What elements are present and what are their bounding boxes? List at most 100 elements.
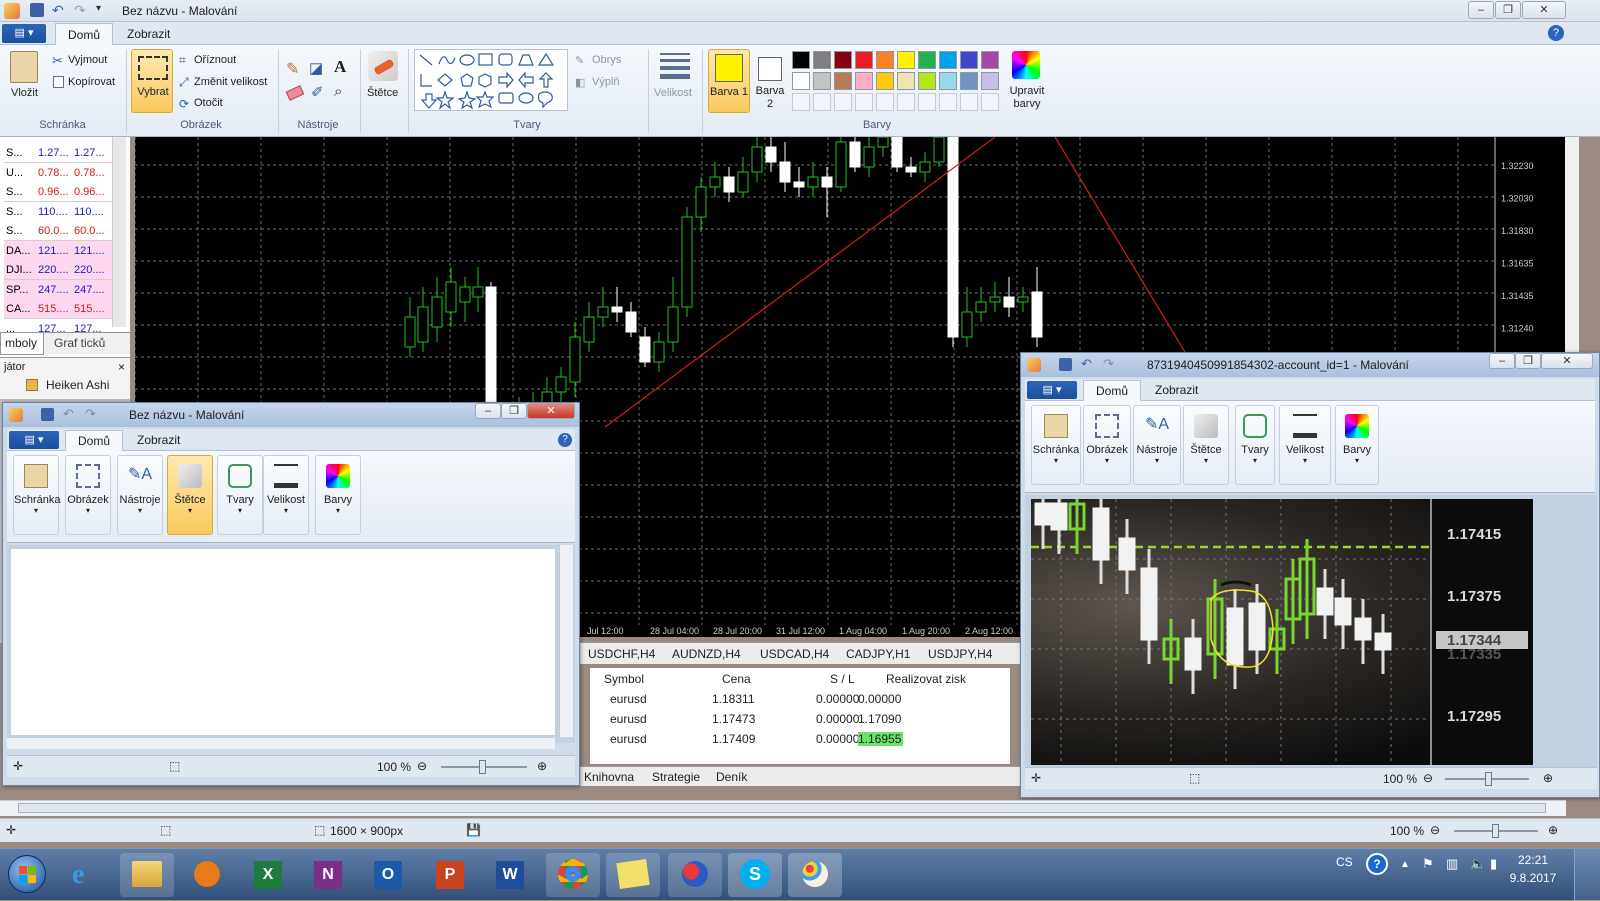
left-window-minimize[interactable]: – (475, 403, 501, 419)
palette-swatch[interactable] (981, 51, 999, 69)
tab-strategies[interactable]: Strategie (652, 770, 700, 784)
left-zoom-thumb[interactable] (479, 760, 486, 774)
brushes-button[interactable]: Štětce (367, 87, 398, 99)
metatrader-icon[interactable] (668, 853, 722, 897)
outlook-icon[interactable]: O (362, 853, 416, 897)
market-watch-row[interactable]: S... 0.96... 0.96... (4, 182, 126, 202)
left-shapes-button[interactable]: Tvary ▾ (217, 455, 263, 535)
palette-swatch[interactable] (792, 51, 810, 69)
navigator-item-heiken-ashi[interactable]: Heiken Ashi (46, 378, 109, 392)
minimize-button[interactable]: – (1468, 1, 1494, 19)
left-image-button[interactable]: Obrázek ▾ (65, 455, 111, 535)
color-picker-icon[interactable]: ✐ (311, 83, 324, 101)
right-window-maximize[interactable]: ❐ (1515, 353, 1541, 369)
palette-swatch[interactable] (960, 72, 978, 90)
market-watch-row[interactable]: DA... 121.... 121.... (4, 240, 126, 261)
right-shapes-button[interactable]: Tvary ▾ (1235, 405, 1275, 485)
zoom-out-icon[interactable]: ⊖ (1423, 771, 1433, 785)
clock-date[interactable]: 9.8.2017 (1500, 871, 1566, 885)
right-tools-button[interactable]: ✎A Nástroje ▾ (1133, 405, 1181, 485)
left-brushes-button[interactable]: Štětce ▾ (167, 455, 213, 535)
edit-colors-icon[interactable] (1012, 51, 1040, 79)
file-explorer-icon[interactable] (120, 853, 174, 897)
copy-button[interactable]: Kopírovat (68, 76, 115, 88)
custom-color-slot[interactable] (918, 93, 936, 111)
palette-swatch[interactable] (918, 72, 936, 90)
volume-icon[interactable]: 🔈 (1470, 856, 1486, 872)
left-colors-button[interactable]: Barvy ▾ (315, 455, 361, 535)
left-window-close[interactable]: ✕ (527, 403, 575, 419)
left-tools-button[interactable]: ✎A Nástroje ▾ (117, 455, 163, 535)
navigator-close-icon[interactable]: × (118, 360, 125, 374)
zoom-in-icon[interactable]: ⊕ (537, 759, 547, 773)
palette-swatch[interactable] (939, 72, 957, 90)
right-zoom-thumb[interactable] (1485, 772, 1492, 786)
market-watch-row[interactable]: DJI... 220.... 220.... (4, 260, 126, 280)
zoom-in-icon[interactable]: ⊕ (1548, 823, 1558, 837)
left-file-menu[interactable]: ▤ ▾ (9, 431, 59, 449)
tab-symbols[interactable]: mboly (0, 333, 44, 355)
left-help-icon[interactable]: ? (558, 433, 572, 447)
tab-view[interactable]: Zobrazit (115, 23, 182, 45)
save-icon[interactable] (30, 3, 44, 17)
close-button[interactable]: ✕ (1522, 1, 1566, 19)
main-horizontal-scrollbar[interactable] (0, 800, 1566, 816)
palette-swatch[interactable] (939, 51, 957, 69)
magnifier-icon[interactable]: ⌕ (334, 83, 342, 100)
undo-icon[interactable]: ↶ (63, 406, 74, 422)
keyboard-language[interactable]: CS (1336, 855, 1353, 869)
color1-button[interactable]: Barva 1 (708, 49, 750, 113)
market-watch-row[interactable]: U... 0.78... 0.78... (4, 162, 126, 183)
zoom-out-icon[interactable]: ⊖ (1430, 823, 1440, 837)
rotate-button[interactable]: Otočit (194, 97, 223, 109)
right-colors-button[interactable]: Barvy ▾ (1335, 405, 1379, 485)
brush-icon[interactable] (368, 51, 398, 81)
custom-color-slot[interactable] (897, 93, 915, 111)
paste-button-label[interactable]: Vložit (11, 87, 38, 99)
zoom-out-icon[interactable]: ⊖ (417, 759, 427, 773)
powerpoint-icon[interactable]: P (424, 853, 478, 897)
market-watch-row[interactable]: SP... 247.... 247.... (4, 279, 126, 300)
show-desktop-button[interactable] (1574, 849, 1600, 901)
fill-button[interactable]: Výplň (592, 76, 620, 88)
help-icon[interactable]: ? (1548, 25, 1564, 41)
file-menu-button[interactable]: ▤ ▾ (2, 24, 46, 43)
palette-swatch[interactable] (834, 51, 852, 69)
start-button[interactable] (8, 855, 46, 893)
left-window-maximize[interactable]: ❐ (501, 403, 527, 419)
chart-tab-usdchf[interactable]: USDCHF,H4 (588, 647, 655, 661)
custom-color-slot[interactable] (876, 93, 894, 111)
palette-swatch[interactable] (813, 51, 831, 69)
select-button[interactable]: Vybrat (131, 49, 173, 113)
paste-icon[interactable] (10, 51, 38, 83)
undo-icon[interactable]: ↶ (1081, 356, 1092, 372)
size-icon[interactable] (660, 53, 690, 79)
save-icon[interactable] (1059, 358, 1072, 371)
market-watch-row[interactable]: S... 110.... 110.... (4, 201, 126, 222)
left-tab-view[interactable]: Zobrazit (125, 430, 192, 451)
chart-tab-usdjpy[interactable]: USDJPY,H4 (928, 647, 992, 661)
palette-swatch[interactable] (855, 51, 873, 69)
custom-color-slot[interactable] (855, 93, 873, 111)
color2-button[interactable]: Barva 2 (752, 49, 790, 113)
left-size-button[interactable]: Velikost ▾ (263, 455, 309, 535)
left-clipboard-button[interactable]: Schránka ▾ (13, 455, 60, 535)
redo-icon[interactable]: ↷ (74, 2, 86, 19)
skype-icon[interactable]: S (728, 853, 782, 897)
right-size-button[interactable]: Velikost ▾ (1279, 405, 1331, 485)
redo-icon[interactable]: ↷ (85, 406, 96, 422)
left-canvas-vscroll[interactable] (559, 545, 573, 737)
shapes-gallery[interactable] (414, 49, 568, 111)
custom-color-slot[interactable] (813, 93, 831, 111)
left-canvas[interactable] (11, 549, 555, 735)
right-clipboard-button[interactable]: Schránka ▾ (1031, 405, 1081, 485)
tab-tick-chart[interactable]: Graf ticků (54, 336, 105, 350)
onenote-icon[interactable]: N (302, 853, 356, 897)
right-window-close[interactable]: ✕ (1541, 353, 1593, 369)
palette-swatch[interactable] (981, 72, 999, 90)
market-watch-row[interactable]: CA... 515.... 515.... (4, 299, 126, 319)
right-tab-view[interactable]: Zobrazit (1143, 380, 1210, 401)
help-tray-icon[interactable]: ? (1366, 853, 1388, 875)
network-icon[interactable]: ▥ (1446, 856, 1458, 872)
custom-color-slot[interactable] (792, 93, 810, 111)
